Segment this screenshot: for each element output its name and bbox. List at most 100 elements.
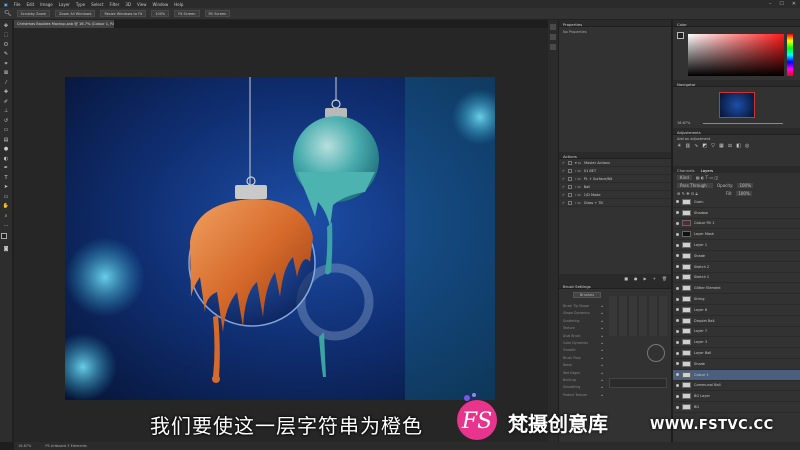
minimize-icon[interactable]: – [769, 1, 772, 7]
layer-row[interactable]: Shade [673, 251, 800, 262]
layer-thumbnail[interactable] [682, 371, 691, 378]
info-panel-icon[interactable] [550, 34, 556, 40]
check-icon[interactable]: ✓ [562, 193, 565, 197]
visibility-eye-icon[interactable] [676, 211, 679, 215]
visibility-eye-icon[interactable] [676, 351, 679, 355]
layer-thumbnail[interactable] [682, 198, 691, 205]
foreground-color[interactable] [1, 233, 7, 239]
layer-name[interactable]: Layer 1 [694, 243, 707, 247]
pen-tool-icon[interactable]: ✒ [3, 165, 10, 172]
layer-row[interactable]: Colour Fill 1 [673, 219, 800, 230]
layer-row[interactable]: Glitter Element [673, 283, 800, 295]
brush-tool-icon[interactable]: ✐ [3, 99, 10, 106]
layer-row[interactable]: BG [673, 402, 800, 413]
brightness-icon[interactable]: ☀ [677, 143, 681, 149]
hue-slider[interactable] [787, 34, 793, 76]
layer-thumbnail[interactable] [682, 404, 691, 411]
tab-channels[interactable]: Channels [677, 168, 695, 173]
actions-panel-title[interactable]: Actions [559, 152, 671, 159]
brushes-button[interactable]: Brushes [573, 292, 601, 298]
lock-icon[interactable]: 🔒︎ [601, 319, 603, 326]
layer-thumbnail[interactable] [682, 339, 691, 346]
stop-icon[interactable]: ■ [624, 276, 628, 281]
layer-thumbnail[interactable] [682, 263, 691, 270]
kind-filter-select[interactable]: Kind [677, 174, 692, 180]
layer-name[interactable]: Colour Fill 1 [694, 221, 714, 225]
layer-row[interactable]: Shade [673, 359, 800, 370]
brush-option[interactable]: Color Dynamics 🔒︎ [563, 341, 603, 348]
shape-tool-icon[interactable]: ▭ [3, 194, 10, 201]
layer-thumbnail[interactable] [682, 360, 691, 367]
visibility-eye-icon[interactable] [676, 340, 679, 344]
layer-row[interactable]: Communal Ball [673, 381, 800, 392]
layer-thumbnail[interactable] [682, 274, 691, 281]
visibility-eye-icon[interactable] [676, 383, 679, 387]
layer-name[interactable]: BG [694, 405, 699, 409]
navigator-zoom-value[interactable]: 16.67% [677, 121, 690, 125]
navigator-zoom-slider[interactable] [703, 123, 783, 124]
menu-item-filter[interactable]: Filter [109, 2, 119, 7]
layer-name[interactable]: Droplet Ball [694, 319, 715, 323]
toggle-box[interactable] [567, 184, 572, 189]
stamp-tool-icon[interactable]: ⊥ [3, 108, 10, 115]
visibility-eye-icon[interactable] [676, 232, 679, 236]
layer-name[interactable]: Communal Ball [694, 383, 721, 387]
play-icon[interactable]: ▶ [643, 276, 646, 281]
hue-sat-icon[interactable]: ▦ [719, 143, 724, 149]
check-icon[interactable]: ✓ [562, 201, 565, 205]
layer-name[interactable]: Glitter Element [694, 286, 721, 290]
layer-row[interactable]: String [673, 294, 800, 305]
layer-row[interactable]: Layer 3 [673, 337, 800, 349]
brush-option[interactable]: Brush Tip Shape 🔒︎ [563, 304, 603, 311]
menu-item-edit[interactable]: Edit [26, 2, 34, 7]
lock-icon[interactable]: 🔒︎ [601, 378, 603, 385]
hand-tool-icon[interactable]: ✋ [3, 203, 10, 210]
visibility-eye-icon[interactable] [676, 243, 679, 247]
zoom-status[interactable]: 16.67% [18, 444, 31, 448]
color-field[interactable] [688, 34, 784, 76]
action-item[interactable]: ✓ ▾ ▭ Master Actions [559, 159, 671, 167]
color-panel-title[interactable]: Color [673, 20, 800, 27]
scrubby-zoom-option[interactable]: Scrubby Zoom [16, 10, 51, 17]
menu-item-3d[interactable]: 3D [125, 2, 131, 7]
layer-thumbnail[interactable] [682, 317, 691, 324]
maximize-icon[interactable]: ☐ [779, 1, 783, 7]
layer-name[interactable]: Layer Mask [694, 232, 714, 236]
fill-screen-button[interactable]: Fill Screen [204, 10, 231, 17]
layer-row[interactable]: Layer 7 [673, 327, 800, 338]
layer-thumbnail[interactable] [682, 296, 691, 303]
navigator-title[interactable]: Navigator [673, 80, 800, 87]
levels-icon[interactable]: ▥ [685, 143, 690, 149]
layer-name[interactable]: Shade [694, 362, 705, 366]
lock-icon[interactable]: 🔒︎ [601, 393, 603, 400]
menu-item-file[interactable]: File [14, 2, 21, 7]
layer-thumbnail[interactable] [682, 220, 691, 227]
gradient-tool-icon[interactable]: ▤ [3, 137, 10, 144]
doc-status[interactable]: PS Artboard 3 Elements [45, 444, 87, 448]
more-tools-icon[interactable]: … [3, 222, 10, 229]
zoom-100-button[interactable]: 100% [151, 10, 170, 17]
navigator-thumbnail[interactable] [719, 92, 755, 118]
crop-tool-icon[interactable]: ⌗ [3, 61, 10, 68]
menu-item-type[interactable]: Type [76, 2, 85, 7]
layer-thumbnail[interactable] [682, 209, 691, 216]
zoom-tool-icon[interactable]: ⌕ [3, 213, 10, 220]
eyedropper-tool-icon[interactable]: ⁄ [3, 80, 10, 87]
lock-icon[interactable]: 🔒︎ [601, 385, 603, 392]
layer-row[interactable]: Grain [673, 197, 800, 208]
properties-panel-title[interactable]: Properties [559, 20, 671, 27]
zoom-all-windows-option[interactable]: Zoom All Windows [55, 10, 96, 17]
fit-screen-button[interactable]: Fit Screen [174, 10, 200, 17]
layer-name[interactable]: BG Layer [694, 394, 710, 398]
layer-row[interactable]: Layer Ball [673, 348, 800, 359]
brush-option[interactable]: Texture 🔒︎ [563, 326, 603, 333]
menu-item-window[interactable]: Window [152, 2, 168, 7]
lasso-tool-icon[interactable]: ʘ [3, 42, 10, 49]
eraser-tool-icon[interactable]: ▭ [3, 127, 10, 134]
lock-icon[interactable]: 🔒︎ [601, 356, 603, 363]
menu-item-layer[interactable]: Layer [59, 2, 70, 7]
check-icon[interactable]: ✓ [562, 177, 565, 181]
action-item[interactable]: ✓ › ▭ Ball [559, 183, 671, 191]
visibility-eye-icon[interactable] [676, 286, 679, 290]
brush-settings-title[interactable]: Brush Settings [559, 282, 671, 289]
